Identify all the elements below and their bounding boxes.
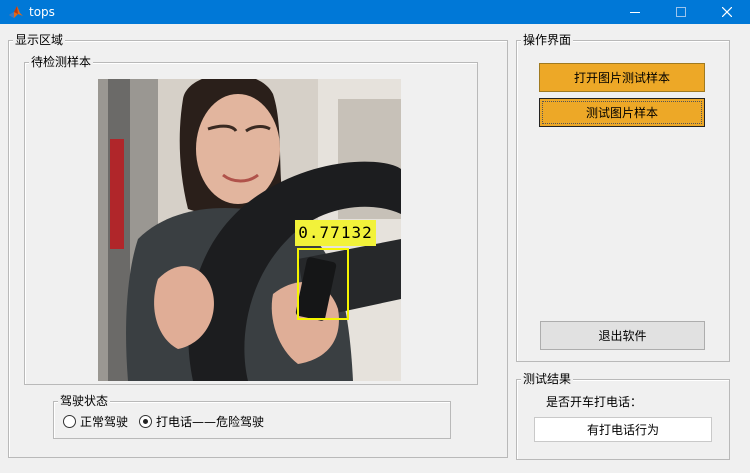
phone-call-question-label: 是否开车打电话： xyxy=(546,395,643,409)
operations-title: 操作界面 xyxy=(521,33,574,47)
exit-software-button[interactable]: 退出软件 xyxy=(540,321,705,350)
radio-button-selected-icon[interactable] xyxy=(139,415,152,428)
radio-normal-driving[interactable]: 正常驾驶 xyxy=(63,413,128,430)
radio-button-icon[interactable] xyxy=(63,415,76,428)
test-image-sample-button[interactable]: 测试图片样本 xyxy=(539,98,705,127)
test-result-title: 测试结果 xyxy=(521,372,574,386)
close-button[interactable] xyxy=(704,0,750,24)
test-result-panel: 测试结果 xyxy=(516,372,730,460)
radio-phone-dangerous-driving[interactable]: 打电话——危险驾驶 xyxy=(139,413,264,430)
matlab-app-icon xyxy=(8,4,24,20)
window-title: tops xyxy=(29,5,55,19)
detection-score-label: 0.77132 xyxy=(295,220,376,246)
minimize-button[interactable] xyxy=(612,0,658,24)
drive-status-title: 驾驶状态 xyxy=(58,394,111,408)
detection-box xyxy=(297,248,349,320)
result-output-field: 有打电话行为 xyxy=(534,417,712,442)
minimize-icon xyxy=(630,12,640,13)
maximize-button[interactable] xyxy=(658,0,704,24)
close-icon xyxy=(722,7,732,17)
radio-normal-driving-label: 正常驾驶 xyxy=(80,415,129,429)
open-test-image-button[interactable]: 打开图片测试样本 xyxy=(539,63,705,92)
sample-panel-title: 待检测样本 xyxy=(29,55,94,69)
maximize-icon xyxy=(676,7,686,17)
title-bar: tops xyxy=(0,0,750,24)
display-area-title: 显示区域 xyxy=(13,33,66,47)
radio-phone-dangerous-driving-label: 打电话——危险驾驶 xyxy=(156,415,265,429)
